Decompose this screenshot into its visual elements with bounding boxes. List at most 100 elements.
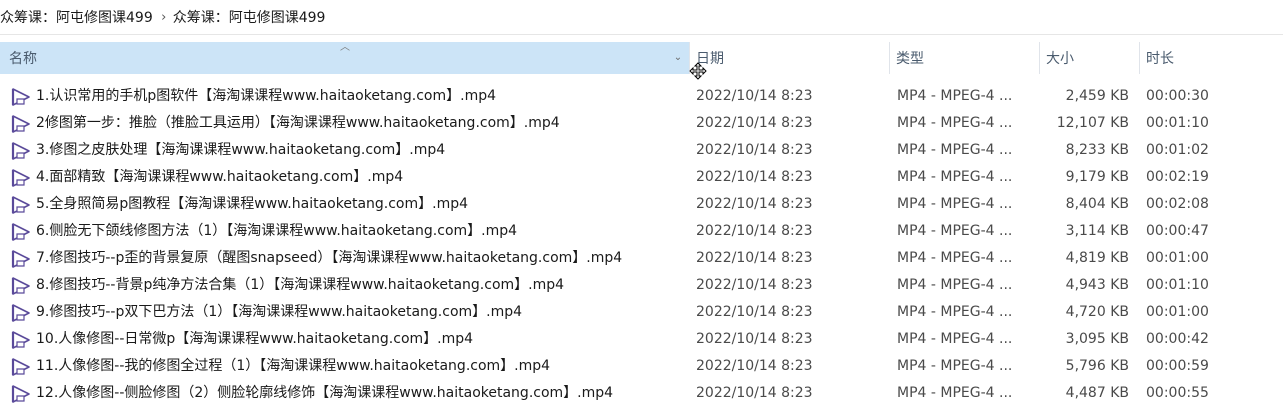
- file-date: 2022/10/14 8:23: [696, 331, 813, 347]
- file-row[interactable]: 8.修图技巧--背景p纯净方法合集（1）【海淘课课程www.haitaoketa…: [0, 272, 1283, 299]
- file-duration: 00:00:47: [1146, 223, 1209, 239]
- file-date: 2022/10/14 8:23: [696, 115, 813, 131]
- file-explorer-window: 众筹课：阿屯修图课499 › 众筹课：阿屯修图课499 名称 ︿ ⌄ 日期 类型…: [0, 0, 1283, 408]
- file-type: MP4 - MPEG-4 ...: [897, 304, 1013, 320]
- video-file-icon: [11, 169, 30, 187]
- file-name: 11.人像修图--我的修图全过程（1）【海淘课课程www.haitaoketan…: [36, 358, 551, 374]
- file-type: MP4 - MPEG-4 ...: [897, 331, 1013, 347]
- file-type: MP4 - MPEG-4 ...: [897, 223, 1013, 239]
- file-row[interactable]: 10.人像修图--日常微p【海淘课课程www.haitaoketang.com】…: [0, 326, 1283, 353]
- file-name: 1.认识常用的手机p图软件【海淘课课程www.haitaoketang.com】…: [36, 88, 497, 104]
- video-file-icon: [11, 277, 30, 295]
- file-row[interactable]: 9.修图技巧--p双下巴方法（1）【海淘课课程www.haitaoketang.…: [0, 299, 1283, 326]
- video-file-icon: [11, 331, 30, 349]
- file-duration: 00:01:10: [1146, 277, 1209, 293]
- file-duration: 00:02:19: [1146, 169, 1209, 185]
- file-date: 2022/10/14 8:23: [696, 169, 813, 185]
- file-duration: 00:00:59: [1146, 358, 1209, 374]
- file-type: MP4 - MPEG-4 ...: [897, 358, 1013, 374]
- breadcrumb-item-parent[interactable]: 众筹课：阿屯修图课499: [0, 7, 155, 27]
- file-duration: 00:00:30: [1146, 88, 1209, 104]
- file-duration: 00:00:55: [1146, 385, 1209, 401]
- file-size: 4,819 KB: [1065, 250, 1129, 266]
- file-name: 10.人像修图--日常微p【海淘课课程www.haitaoketang.com】…: [36, 331, 474, 347]
- file-name: 3.修图之皮肤处理【海淘课课程www.haitaoketang.com】.mp4: [36, 142, 446, 158]
- file-duration: 00:02:08: [1146, 196, 1209, 212]
- file-size: 5,796 KB: [1065, 358, 1129, 374]
- column-header-type[interactable]: 类型: [889, 42, 1039, 74]
- file-date: 2022/10/14 8:23: [696, 250, 813, 266]
- file-size: 4,943 KB: [1065, 277, 1129, 293]
- video-file-icon: [11, 196, 30, 214]
- video-file-icon: [11, 223, 30, 241]
- video-file-icon: [11, 115, 30, 133]
- file-list: 1.认识常用的手机p图软件【海淘课课程www.haitaoketang.com】…: [0, 83, 1283, 407]
- file-date: 2022/10/14 8:23: [696, 385, 813, 401]
- file-duration: 00:01:00: [1146, 250, 1209, 266]
- file-name: 2修图第一步：推脸（推脸工具运用）【海淘课课程www.haitaoketang.…: [36, 115, 560, 131]
- column-header-duration[interactable]: 时长: [1139, 42, 1283, 74]
- file-name: 6.侧脸无下颌线修图方法（1）【海淘课课程www.haitaoketang.co…: [36, 223, 518, 239]
- file-size: 4,720 KB: [1065, 304, 1129, 320]
- file-size: 12,107 KB: [1056, 115, 1129, 131]
- file-row[interactable]: 2修图第一步：推脸（推脸工具运用）【海淘课课程www.haitaoketang.…: [0, 110, 1283, 137]
- file-row[interactable]: 1.认识常用的手机p图软件【海淘课课程www.haitaoketang.com】…: [0, 83, 1283, 110]
- file-duration: 00:01:00: [1146, 304, 1209, 320]
- file-type: MP4 - MPEG-4 ...: [897, 88, 1013, 104]
- column-header-type-label: 类型: [896, 51, 924, 67]
- video-file-icon: [11, 385, 30, 403]
- video-file-icon: [11, 304, 30, 322]
- column-header-name-label: 名称: [9, 51, 37, 67]
- video-file-icon: [11, 358, 30, 376]
- sort-ascending-icon: ︿: [340, 42, 350, 53]
- file-row[interactable]: 3.修图之皮肤处理【海淘课课程www.haitaoketang.com】.mp4…: [0, 137, 1283, 164]
- chevron-right-icon[interactable]: ›: [155, 10, 173, 25]
- file-date: 2022/10/14 8:23: [696, 304, 813, 320]
- file-name: 7.修图技巧--p歪的背景复原（醒图snapseed）【海淘课课程www.hai…: [36, 250, 623, 266]
- file-size: 2,459 KB: [1065, 88, 1129, 104]
- file-type: MP4 - MPEG-4 ...: [897, 277, 1013, 293]
- column-header-size-label: 大小: [1046, 51, 1074, 67]
- video-file-icon: [11, 88, 30, 106]
- file-size: 4,487 KB: [1065, 385, 1129, 401]
- file-date: 2022/10/14 8:23: [696, 358, 813, 374]
- file-duration: 00:00:42: [1146, 331, 1209, 347]
- file-date: 2022/10/14 8:23: [696, 88, 813, 104]
- file-size: 9,179 KB: [1065, 169, 1129, 185]
- breadcrumb-item-current[interactable]: 众筹课：阿屯修图课499: [173, 7, 328, 27]
- file-row[interactable]: 4.面部精致【海淘课课程www.haitaoketang.com】.mp4 202…: [0, 164, 1283, 191]
- file-type: MP4 - MPEG-4 ...: [897, 115, 1013, 131]
- file-duration: 00:01:10: [1146, 115, 1209, 131]
- column-header-duration-label: 时长: [1146, 51, 1174, 67]
- file-type: MP4 - MPEG-4 ...: [897, 196, 1013, 212]
- file-size: 3,114 KB: [1065, 223, 1129, 239]
- file-type: MP4 - MPEG-4 ...: [897, 142, 1013, 158]
- file-row[interactable]: 12.人像修图--侧脸修图（2）侧脸轮廓线修饰【海淘课课程www.haitaok…: [0, 380, 1283, 407]
- file-row[interactable]: 5.全身照简易p图教程【海淘课课程www.haitaoketang.com】.m…: [0, 191, 1283, 218]
- file-type: MP4 - MPEG-4 ...: [897, 385, 1013, 401]
- column-header-date[interactable]: 日期: [689, 42, 889, 74]
- column-header-size[interactable]: 大小: [1039, 42, 1139, 74]
- file-name: 12.人像修图--侧脸修图（2）侧脸轮廓线修饰【海淘课课程www.haitaok…: [36, 385, 614, 401]
- file-date: 2022/10/14 8:23: [696, 223, 813, 239]
- breadcrumb: 众筹课：阿屯修图课499 › 众筹课：阿屯修图课499: [0, 0, 1283, 35]
- column-header-row: 名称 ︿ ⌄ 日期 类型 大小 时长: [0, 42, 1283, 80]
- file-row[interactable]: 7.修图技巧--p歪的背景复原（醒图snapseed）【海淘课课程www.hai…: [0, 245, 1283, 272]
- file-size: 8,404 KB: [1065, 196, 1129, 212]
- file-date: 2022/10/14 8:23: [696, 196, 813, 212]
- column-dropdown-chevron-icon[interactable]: ⌄: [671, 51, 685, 65]
- file-row[interactable]: 11.人像修图--我的修图全过程（1）【海淘课课程www.haitaoketan…: [0, 353, 1283, 380]
- file-date: 2022/10/14 8:23: [696, 277, 813, 293]
- file-name: 4.面部精致【海淘课课程www.haitaoketang.com】.mp4: [36, 169, 404, 185]
- video-file-icon: [11, 250, 30, 268]
- file-type: MP4 - MPEG-4 ...: [897, 169, 1013, 185]
- file-date: 2022/10/14 8:23: [696, 142, 813, 158]
- file-duration: 00:01:02: [1146, 142, 1209, 158]
- video-file-icon: [11, 142, 30, 160]
- file-row[interactable]: 6.侧脸无下颌线修图方法（1）【海淘课课程www.haitaoketang.co…: [0, 218, 1283, 245]
- file-size: 3,095 KB: [1065, 331, 1129, 347]
- resize-cursor-icon: [689, 62, 707, 80]
- file-type: MP4 - MPEG-4 ...: [897, 250, 1013, 266]
- file-name: 5.全身照简易p图教程【海淘课课程www.haitaoketang.com】.m…: [36, 196, 469, 212]
- file-size: 8,233 KB: [1065, 142, 1129, 158]
